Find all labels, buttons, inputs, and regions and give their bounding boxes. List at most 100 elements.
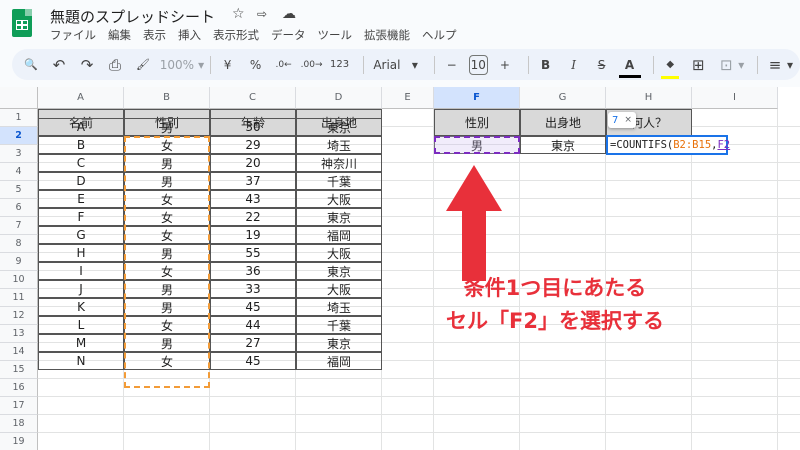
table-cell[interactable]: 埼玉 <box>296 136 382 154</box>
fill-color-icon[interactable]: ◆ <box>659 54 681 79</box>
row-header[interactable]: 1 <box>0 109 38 127</box>
row-header[interactable]: 4 <box>0 163 38 181</box>
column-header-e[interactable]: E <box>382 87 434 109</box>
table-cell[interactable]: 20 <box>210 154 296 172</box>
table-cell[interactable]: N <box>38 352 124 370</box>
column-header-g[interactable]: G <box>520 87 606 109</box>
row-header[interactable]: 11 <box>0 289 38 307</box>
star-icon[interactable]: ☆ <box>232 6 245 22</box>
table-cell[interactable]: 埼玉 <box>296 298 382 316</box>
table-cell[interactable]: 千葉 <box>296 316 382 334</box>
row-header[interactable]: 15 <box>0 361 38 379</box>
column-header-b[interactable]: B <box>124 87 210 109</box>
column-header-f[interactable]: F <box>434 87 520 109</box>
menu-item[interactable]: 拡張機能 <box>364 27 410 43</box>
table-cell[interactable]: M <box>38 334 124 352</box>
font-select[interactable]: Arial ▾ <box>369 54 422 76</box>
column-header-h[interactable]: H <box>606 87 692 109</box>
table-cell[interactable]: 55 <box>210 244 296 262</box>
table-cell[interactable]: L <box>38 316 124 334</box>
menu-item[interactable]: 編集 <box>108 27 131 43</box>
table-cell[interactable]: 37 <box>210 172 296 190</box>
font-size-input[interactable]: 10 <box>468 54 488 75</box>
number-format-button[interactable]: 123 <box>329 54 351 76</box>
search-menu-icon[interactable]: 🔍 <box>20 54 42 76</box>
table-cell[interactable]: 44 <box>210 316 296 334</box>
table-cell[interactable]: 東京 <box>296 262 382 280</box>
table-cell[interactable]: 19 <box>210 226 296 244</box>
row-header[interactable]: 3 <box>0 145 38 163</box>
table-cell[interactable]: 男 <box>124 244 210 262</box>
row-header[interactable]: 8 <box>0 235 38 253</box>
currency-format-button[interactable]: ¥ <box>217 54 239 76</box>
table-cell[interactable]: 福岡 <box>296 352 382 370</box>
row-header[interactable]: 7 <box>0 217 38 235</box>
move-folder-icon[interactable]: ⇨ <box>257 7 267 21</box>
table-cell[interactable]: 45 <box>210 352 296 370</box>
table-cell[interactable]: 男 <box>124 118 210 136</box>
table-cell[interactable]: I <box>38 262 124 280</box>
row-header[interactable]: 16 <box>0 379 38 397</box>
table-cell[interactable]: B <box>38 136 124 154</box>
menu-item[interactable]: 表示形式 <box>213 27 259 43</box>
bold-button[interactable]: B <box>535 54 557 76</box>
table-cell[interactable]: F <box>38 208 124 226</box>
column-header-a[interactable]: A <box>38 87 124 109</box>
percent-format-button[interactable]: % <box>245 54 267 76</box>
formula-cell-editor[interactable]: =COUNTIFS(B2:B15, F2 <box>606 135 730 155</box>
increase-font-size-button[interactable]: + <box>494 54 516 76</box>
table-cell[interactable]: 女 <box>124 226 210 244</box>
table-cell[interactable]: 男 <box>124 334 210 352</box>
row-header[interactable]: 18 <box>0 415 38 433</box>
table-cell[interactable]: K <box>38 298 124 316</box>
sheets-logo-icon[interactable] <box>12 9 32 37</box>
table-cell[interactable]: 男 <box>124 154 210 172</box>
table-cell[interactable]: 43 <box>210 190 296 208</box>
document-title[interactable]: 無題のスプレッドシート <box>50 6 215 27</box>
table-cell[interactable]: 36 <box>210 262 296 280</box>
merge-cells-icon[interactable]: ⊡ <box>715 54 737 76</box>
text-color-button[interactable]: A <box>618 54 641 78</box>
table-cell[interactable]: 東京 <box>296 118 382 136</box>
table-cell[interactable]: 男 <box>124 280 210 298</box>
table-cell[interactable]: 30 <box>210 118 296 136</box>
criteria-header-cell[interactable]: 出身地 <box>520 109 606 136</box>
table-cell[interactable]: D <box>38 172 124 190</box>
table-cell[interactable]: A <box>38 118 124 136</box>
column-header-d[interactable]: D <box>296 87 382 109</box>
decrease-decimal-button[interactable]: .0← <box>273 54 295 76</box>
decrease-font-size-button[interactable]: − <box>441 54 463 76</box>
merge-dropdown-icon[interactable]: ▾ <box>737 54 745 76</box>
select-all-corner[interactable] <box>0 87 38 109</box>
row-header[interactable]: 14 <box>0 343 38 361</box>
table-cell[interactable]: 大阪 <box>296 280 382 298</box>
paint-format-icon[interactable]: 🖌 <box>132 54 154 76</box>
menu-item[interactable]: ツール <box>318 27 353 43</box>
table-cell[interactable]: 男 <box>124 172 210 190</box>
row-header[interactable]: 19 <box>0 433 38 450</box>
row-header[interactable]: 12 <box>0 307 38 325</box>
table-cell[interactable]: 神奈川 <box>296 154 382 172</box>
row-header[interactable]: 9 <box>0 253 38 271</box>
table-cell[interactable]: 27 <box>210 334 296 352</box>
increase-decimal-button[interactable]: .00→ <box>301 54 323 76</box>
table-cell[interactable]: 千葉 <box>296 172 382 190</box>
table-cell[interactable]: 45 <box>210 298 296 316</box>
table-cell[interactable]: J <box>38 280 124 298</box>
table-cell[interactable]: 男 <box>124 298 210 316</box>
table-cell[interactable]: 女 <box>124 316 210 334</box>
italic-button[interactable]: I <box>563 54 585 76</box>
table-cell[interactable]: E <box>38 190 124 208</box>
menu-item[interactable]: データ <box>271 27 306 43</box>
strikethrough-button[interactable]: S <box>591 54 613 76</box>
align-dropdown-icon[interactable]: ▾ <box>786 54 794 76</box>
row-header[interactable]: 6 <box>0 199 38 217</box>
table-cell[interactable]: 22 <box>210 208 296 226</box>
borders-icon[interactable]: ⊞ <box>687 54 709 76</box>
criteria-header-cell[interactable]: 性別 <box>434 109 520 136</box>
row-header[interactable]: 17 <box>0 397 38 415</box>
menu-item[interactable]: ヘルプ <box>422 27 457 43</box>
table-cell[interactable]: 女 <box>124 352 210 370</box>
redo-icon[interactable]: ↷ <box>76 54 98 76</box>
table-cell[interactable]: 大阪 <box>296 190 382 208</box>
